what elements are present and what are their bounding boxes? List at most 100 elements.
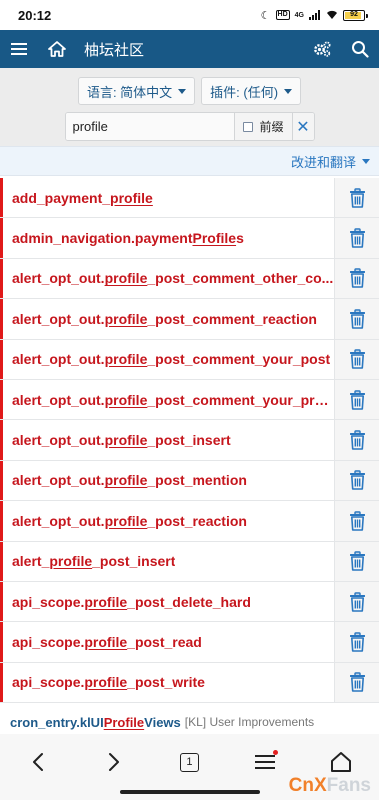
delete-button[interactable] (334, 379, 379, 420)
signal-icon (309, 10, 320, 20)
language-select[interactable]: 语言: 简体中文 (77, 77, 196, 105)
phrase-match: profile (104, 270, 148, 287)
hd-badge: HD (275, 10, 290, 20)
menu-button[interactable] (0, 30, 38, 68)
trash-icon (349, 389, 365, 410)
status-bar: 20:12 ☾ HD 4G 92 (0, 0, 379, 30)
phrase-prefix: api_scope. (12, 593, 85, 610)
delete-button[interactable] (334, 258, 379, 299)
delete-button[interactable] (334, 541, 379, 581)
delete-button[interactable] (334, 501, 379, 541)
list-item[interactable]: alert_opt_out. profile _post_comment_your_… (0, 379, 379, 421)
phrase-suffix: _post_reaction (147, 512, 247, 529)
phrase-link[interactable]: alert_opt_out. profile _post_comment_your_… (0, 340, 334, 379)
phrase-prefix: alert_opt_out. (12, 351, 105, 368)
delete-button[interactable] (334, 460, 379, 501)
phrase-link[interactable]: api_scope. profile _post_write (0, 663, 334, 702)
phrase-match: profile (84, 593, 128, 610)
improve-translate-link[interactable]: 改进和翻译 (291, 152, 356, 171)
delete-button[interactable] (334, 420, 379, 460)
phrase-prefix: api_scope. (12, 674, 85, 691)
list-item[interactable]: api_scope. profile _post_write (0, 662, 379, 704)
home-button[interactable] (38, 30, 76, 68)
clear-search-button[interactable]: ✕ (291, 113, 314, 140)
chevron-down-icon (178, 88, 187, 94)
phrase-match: profile (104, 310, 148, 327)
search-input[interactable] (65, 113, 235, 140)
back-icon (32, 753, 43, 771)
delete-button[interactable] (334, 662, 379, 703)
trash-icon (349, 632, 365, 652)
phrase-link[interactable]: api_scope. profile _post_read (0, 622, 334, 661)
list-item[interactable]: admin_navigation.payment Profile s (0, 218, 379, 259)
phrase-link[interactable]: alert_opt_out. profile _post_comment_react… (0, 299, 334, 338)
list-item[interactable]: alert_opt_out. profile _post_insert (0, 420, 379, 461)
delete-button[interactable] (334, 178, 379, 218)
status-indicators: ☾ HD 4G 92 (261, 9, 368, 22)
back-button[interactable] (18, 742, 58, 782)
search-icon (352, 41, 369, 58)
home-icon (331, 752, 352, 772)
phrase-name-match: Profile (103, 714, 145, 730)
delete-button[interactable] (334, 299, 379, 339)
addon-select-label: 插件: (任何) (210, 84, 279, 100)
search-button[interactable] (341, 30, 379, 68)
chevron-down-icon (284, 88, 293, 94)
trash-icon (349, 430, 365, 450)
phrase-name-prefix: cron_entry.klUI (10, 714, 104, 730)
prefix-checkbox[interactable] (243, 121, 254, 132)
phrase-link[interactable]: alert_opt_out. profile _post_comment_other… (0, 259, 334, 298)
phrase-match: profile (84, 674, 128, 691)
list-item[interactable]: alert_ profile _post_insert (0, 541, 379, 582)
watermark-logo: CnXFans (289, 775, 371, 797)
phrase-suffix: _post_insert (92, 553, 176, 570)
addon-select[interactable]: 插件: (任何) (201, 77, 302, 105)
trash-icon (349, 672, 365, 693)
list-item[interactable]: add_payment_ profile (0, 178, 379, 219)
phrase-link[interactable]: alert_ profile _post_insert (0, 542, 334, 581)
watermark-part-b: Fans (326, 775, 371, 796)
phrase-prefix: add_payment_ (12, 189, 111, 206)
phrase-prefix: alert_opt_out. (12, 391, 105, 408)
phrase-match: profile (104, 512, 148, 529)
phrase-link[interactable]: api_scope. profile _post_delete_hard (0, 582, 334, 621)
forward-button[interactable] (94, 742, 134, 782)
phrase-suffix: _post_comment_reaction (147, 310, 317, 327)
phrase-link[interactable]: add_payment_ profile (0, 178, 334, 217)
prefix-label: 前缀 (259, 120, 284, 134)
tabs-button[interactable]: 1 (169, 742, 209, 782)
phrase-prefix: alert_opt_out. (12, 472, 105, 489)
improve-translate-bar: 改进和翻译 (0, 146, 379, 176)
phrase-link[interactable]: alert_opt_out. profile _post_mention (0, 461, 334, 500)
browser-menu-button[interactable] (245, 742, 285, 782)
phrase-link[interactable]: alert_opt_out. profile _post_insert (0, 420, 334, 459)
phrase-link[interactable]: alert_opt_out. profile _post_comment_your_… (0, 380, 334, 419)
phrase-match: profile (84, 633, 128, 650)
list-item[interactable]: api_scope. profile _post_delete_hard (0, 581, 379, 623)
list-item[interactable]: alert_opt_out. profile _post_reaction (0, 501, 379, 542)
chevron-down-icon[interactable] (362, 158, 370, 164)
site-title[interactable]: 柚坛社区 (84, 39, 303, 60)
phrase-name[interactable]: cron_entry.klUIProfileViews (10, 715, 181, 730)
phrase-prefix: alert_ (12, 553, 50, 570)
menu-icon (11, 43, 27, 55)
phrase-link[interactable]: alert_opt_out. profile _post_reaction (0, 501, 334, 540)
prefix-toggle[interactable]: 前缀 (234, 113, 292, 140)
delete-button[interactable] (334, 622, 379, 662)
delete-button[interactable] (334, 581, 379, 622)
phrase-link[interactable]: admin_navigation.payment Profile s (0, 218, 334, 257)
list-item[interactable]: alert_opt_out. profile _post_mention (0, 460, 379, 502)
close-icon: ✕ (296, 118, 310, 136)
delete-button[interactable] (334, 218, 379, 258)
phrase-name-suffix: Views (144, 714, 181, 730)
list-item[interactable]: alert_opt_out. profile _post_comment_react… (0, 299, 379, 340)
notification-dot (273, 750, 279, 755)
phrase-suffix: _post_read (127, 633, 202, 650)
settings-button[interactable] (303, 30, 341, 68)
battery-icon: 92 (343, 9, 368, 21)
app-bar: 柚坛社区 (0, 30, 379, 68)
list-item[interactable]: api_scope. profile _post_read (0, 622, 379, 663)
list-item[interactable]: alert_opt_out. profile _post_comment_other… (0, 258, 379, 300)
list-item[interactable]: alert_opt_out. profile _post_comment_your_… (0, 339, 379, 380)
delete-button[interactable] (334, 339, 379, 379)
